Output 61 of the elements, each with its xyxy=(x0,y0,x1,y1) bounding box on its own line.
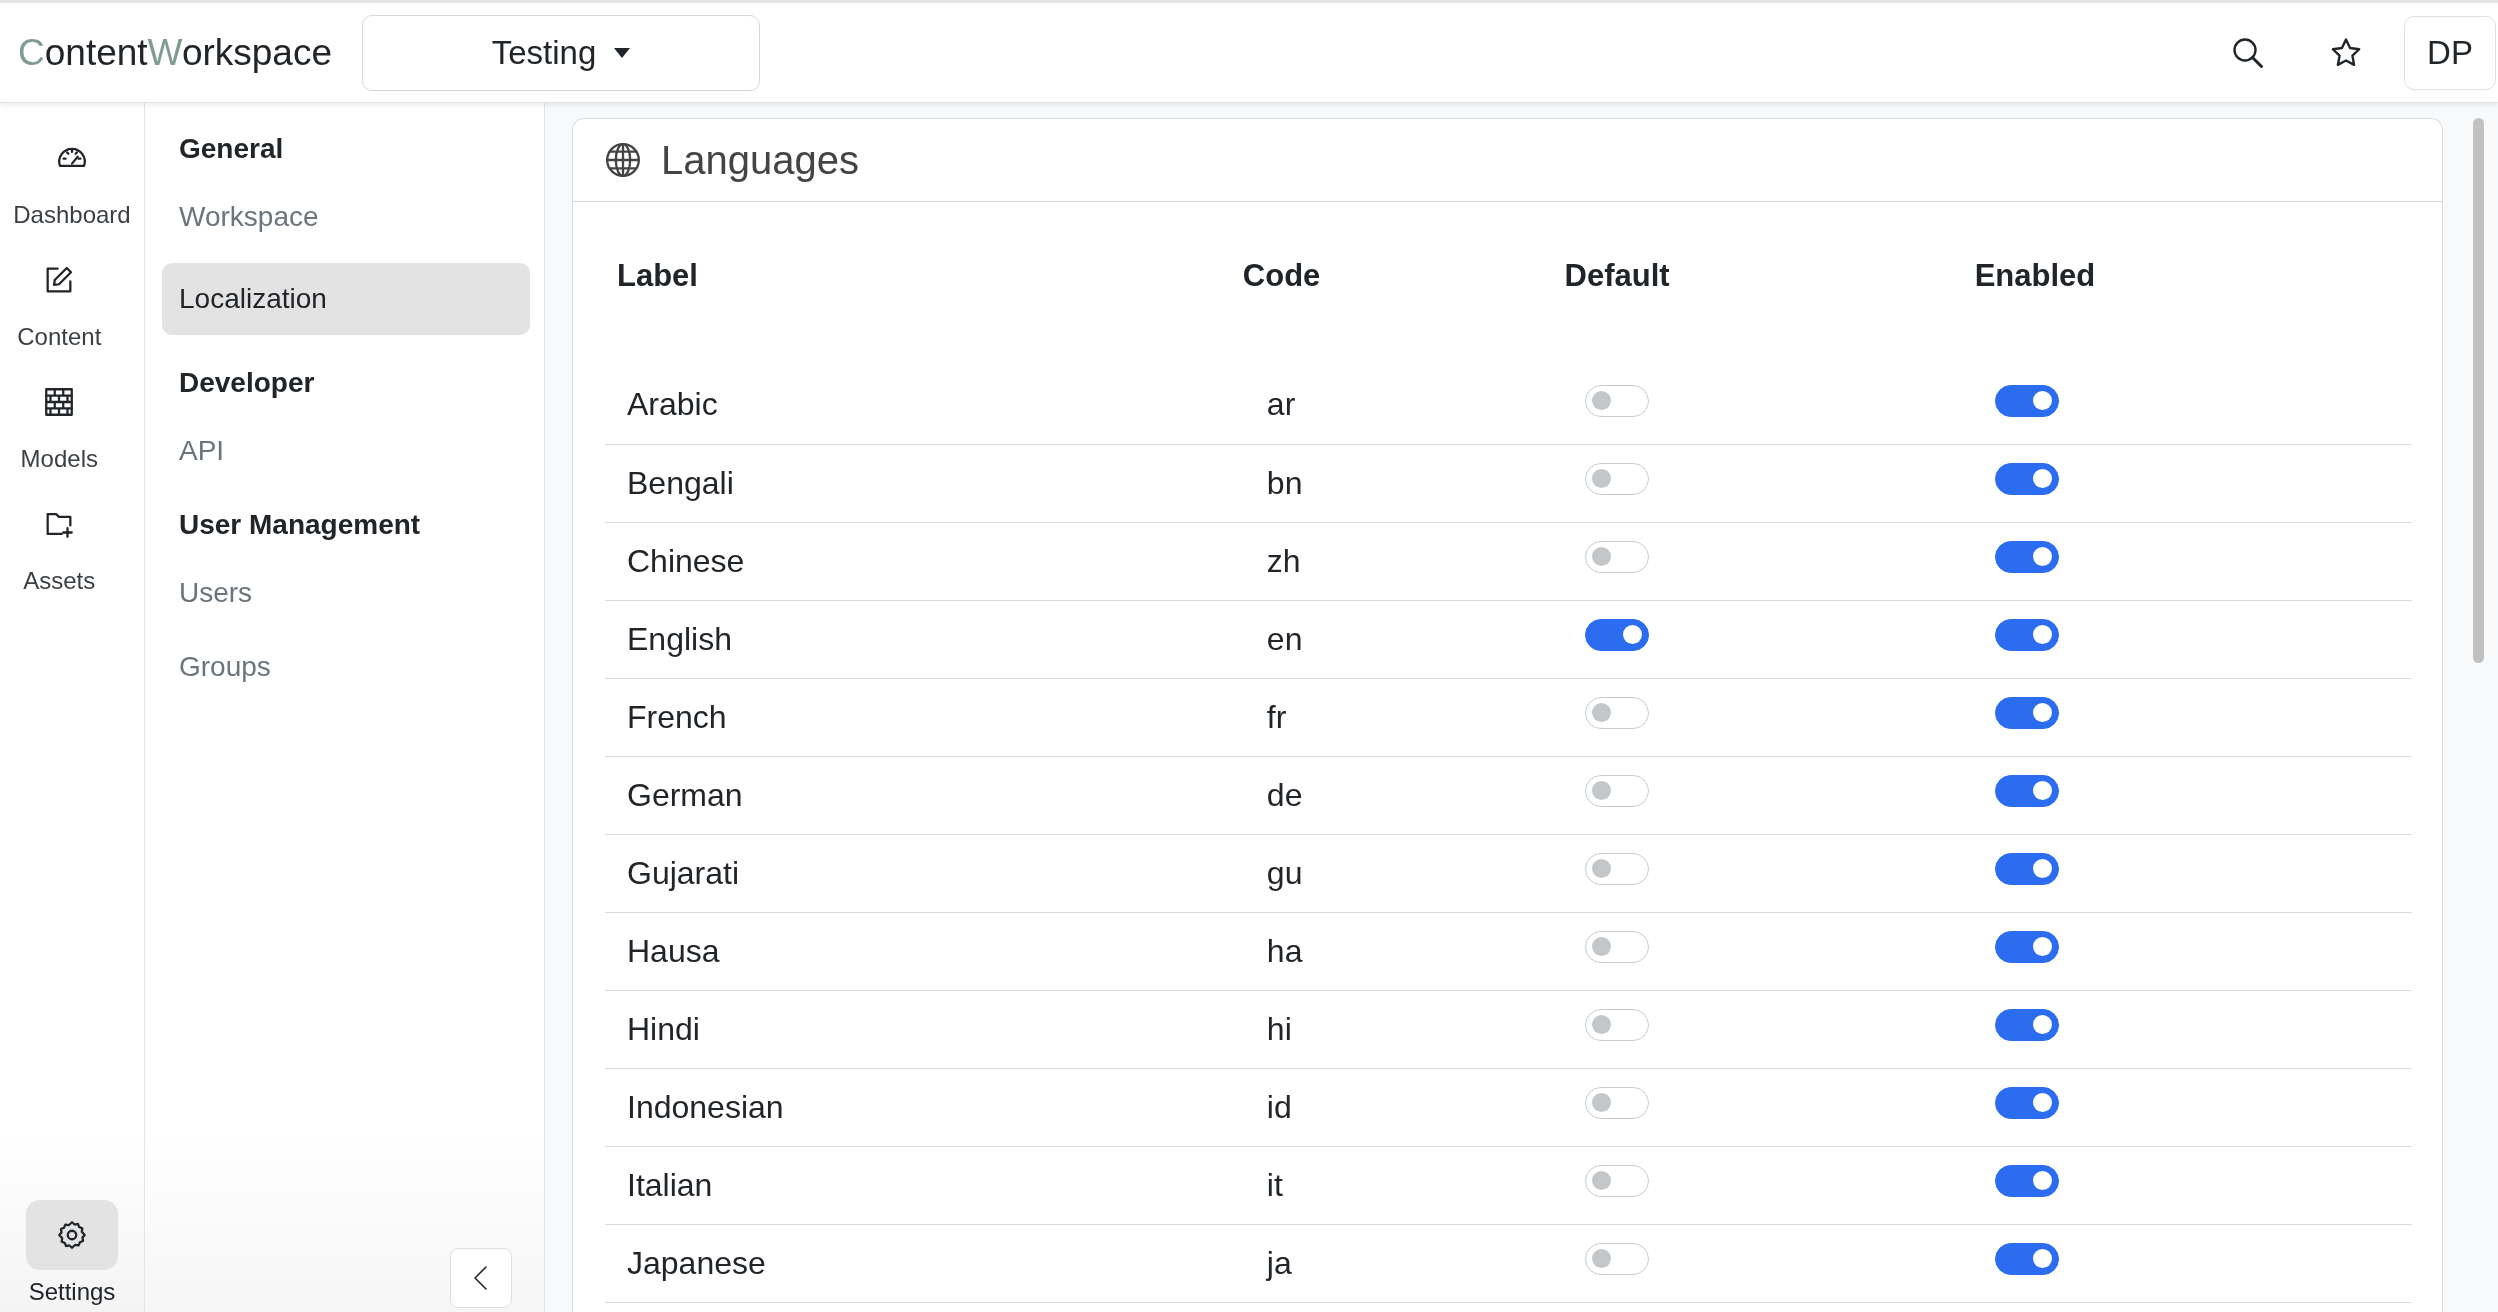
language-code: de xyxy=(1265,776,1303,813)
language-code: it xyxy=(1265,1166,1283,1203)
language-code: gu xyxy=(1265,854,1303,891)
language-code: id xyxy=(1265,1088,1292,1125)
language-code: bn xyxy=(1265,464,1303,501)
enabled-toggle[interactable] xyxy=(1994,775,2059,807)
language-label: Chinese xyxy=(605,522,1243,600)
language-label: Arabic xyxy=(605,366,1243,444)
language-code: fr xyxy=(1265,698,1287,735)
nav-section-heading: Developer xyxy=(178,366,316,400)
language-label: French xyxy=(605,678,1243,756)
column-header: Enabled xyxy=(1974,257,2097,295)
nav-item[interactable]: Users xyxy=(162,557,530,629)
nav-item[interactable]: Workspace xyxy=(162,181,530,253)
language-label: Japanese xyxy=(605,1224,1243,1302)
user-avatar-button[interactable]: DP xyxy=(2404,15,2496,90)
nav-section-heading: User Management xyxy=(178,508,422,542)
language-label: English xyxy=(605,600,1243,678)
enabled-toggle[interactable] xyxy=(1994,541,2059,573)
language-label: Hausa xyxy=(605,912,1243,990)
language-code: ha xyxy=(1265,932,1303,969)
column-header: Label xyxy=(616,257,699,295)
default-toggle[interactable] xyxy=(1584,619,1649,651)
settings-icon xyxy=(55,1218,89,1252)
language-code: ar xyxy=(1265,386,1296,423)
scrollbar-thumb[interactable] xyxy=(2473,118,2484,663)
rail-nav-item[interactable]: Assets xyxy=(13,489,106,595)
language-code: zh xyxy=(1265,542,1301,579)
enabled-toggle[interactable] xyxy=(1994,619,2059,651)
nav-item[interactable]: Groups xyxy=(162,631,530,703)
enabled-toggle[interactable] xyxy=(1994,463,2059,495)
rail-nav-item[interactable]: Content xyxy=(13,245,106,351)
enabled-toggle[interactable] xyxy=(1994,384,2059,417)
language-label: Bengali xyxy=(605,444,1243,522)
language-code: hi xyxy=(1265,1010,1292,1047)
enabled-toggle[interactable] xyxy=(1994,931,2059,963)
workspace-select[interactable]: Testing xyxy=(362,14,760,91)
globe-icon xyxy=(603,140,643,180)
card-title: Languages xyxy=(661,137,859,183)
language-label: Gujarati xyxy=(605,834,1243,912)
column-header: Default xyxy=(1564,257,1671,295)
rail-nav-item[interactable]: Dashboard xyxy=(13,123,131,229)
enabled-toggle[interactable] xyxy=(1994,853,2059,885)
nav-item[interactable]: Localization xyxy=(162,263,530,335)
rail-nav-item[interactable]: Models xyxy=(13,367,106,473)
language-code: ja xyxy=(1265,1244,1292,1281)
enabled-toggle[interactable] xyxy=(1994,1009,2059,1041)
enabled-toggle[interactable] xyxy=(1994,1165,2059,1197)
nav-item[interactable]: API xyxy=(162,415,530,487)
enabled-toggle[interactable] xyxy=(1994,697,2059,729)
nav-section-heading: General xyxy=(178,132,285,166)
language-label: Hindi xyxy=(605,990,1243,1068)
column-header: Code xyxy=(1242,257,1322,295)
app-logo: ContentWorkspace xyxy=(18,31,332,74)
enabled-toggle[interactable] xyxy=(1994,1243,2059,1275)
language-code: en xyxy=(1265,620,1303,657)
language-label: Italian xyxy=(605,1146,1243,1224)
language-label: Indonesian xyxy=(605,1068,1243,1146)
enabled-toggle[interactable] xyxy=(1994,1087,2059,1119)
language-label: German xyxy=(605,756,1243,834)
caret-down-icon xyxy=(614,47,631,58)
